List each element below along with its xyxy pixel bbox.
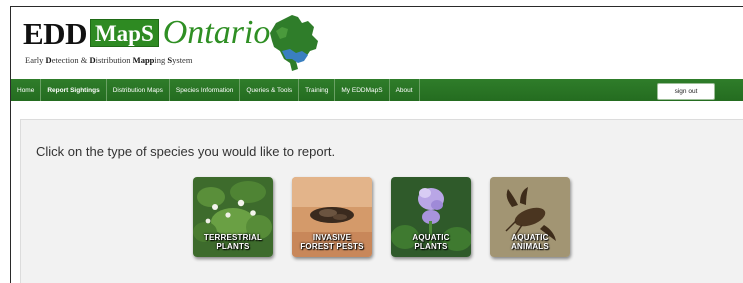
nav-item-my-eddmaps[interactable]: My EDDMapS bbox=[335, 79, 390, 101]
ontario-map-icon bbox=[270, 15, 318, 71]
tile-terrestrial-plants[interactable]: Terrestrial Plants bbox=[193, 177, 273, 257]
header-gap bbox=[11, 101, 743, 119]
tile-label-terrestrial-plants: Terrestrial Plants bbox=[203, 233, 263, 251]
nav-item-queries-tools[interactable]: Queries & Tools bbox=[240, 79, 300, 101]
nav-item-report-sightings[interactable]: Report Sightings bbox=[41, 79, 107, 101]
tile-label-invasive-forest-pests: Invasive Forest Pests bbox=[300, 233, 364, 251]
nav-item-species-information[interactable]: Species Information bbox=[170, 79, 241, 101]
site-logo[interactable]: EDD MapS Ontario bbox=[23, 13, 270, 53]
logo-edd-text: EDD bbox=[23, 15, 87, 51]
tile-invasive-forest-pests[interactable]: Invasive Forest Pests bbox=[292, 177, 372, 257]
browser-frame: EDD MapS Ontario Early Detection & Distr… bbox=[10, 6, 743, 283]
main-nav: Home Report Sightings Distribution Maps … bbox=[11, 79, 743, 101]
tile-aquatic-plants[interactable]: Aquatic Plants bbox=[391, 177, 471, 257]
tile-aquatic-animals[interactable]: Aquatic Animals bbox=[490, 177, 570, 257]
tile-label-aquatic-animals: Aquatic Animals bbox=[511, 233, 549, 251]
nav-item-about[interactable]: About bbox=[390, 79, 420, 101]
report-prompt: Click on the type of species you would l… bbox=[36, 144, 336, 159]
main-content: Click on the type of species you would l… bbox=[20, 119, 743, 283]
site-tagline: Early Detection & Distribution Mapping S… bbox=[25, 55, 193, 65]
tile-label-aquatic-plants: Aquatic Plants bbox=[412, 233, 450, 251]
sign-out-button[interactable]: sign out bbox=[657, 83, 715, 100]
logo-ontario-text: Ontario bbox=[162, 14, 271, 51]
logo-maps-text: MapS bbox=[89, 19, 159, 47]
nav-item-home[interactable]: Home bbox=[11, 79, 42, 101]
nav-item-distribution-maps[interactable]: Distribution Maps bbox=[107, 79, 170, 101]
nav-item-training[interactable]: Training bbox=[299, 79, 336, 101]
site-header: EDD MapS Ontario Early Detection & Distr… bbox=[11, 7, 743, 79]
